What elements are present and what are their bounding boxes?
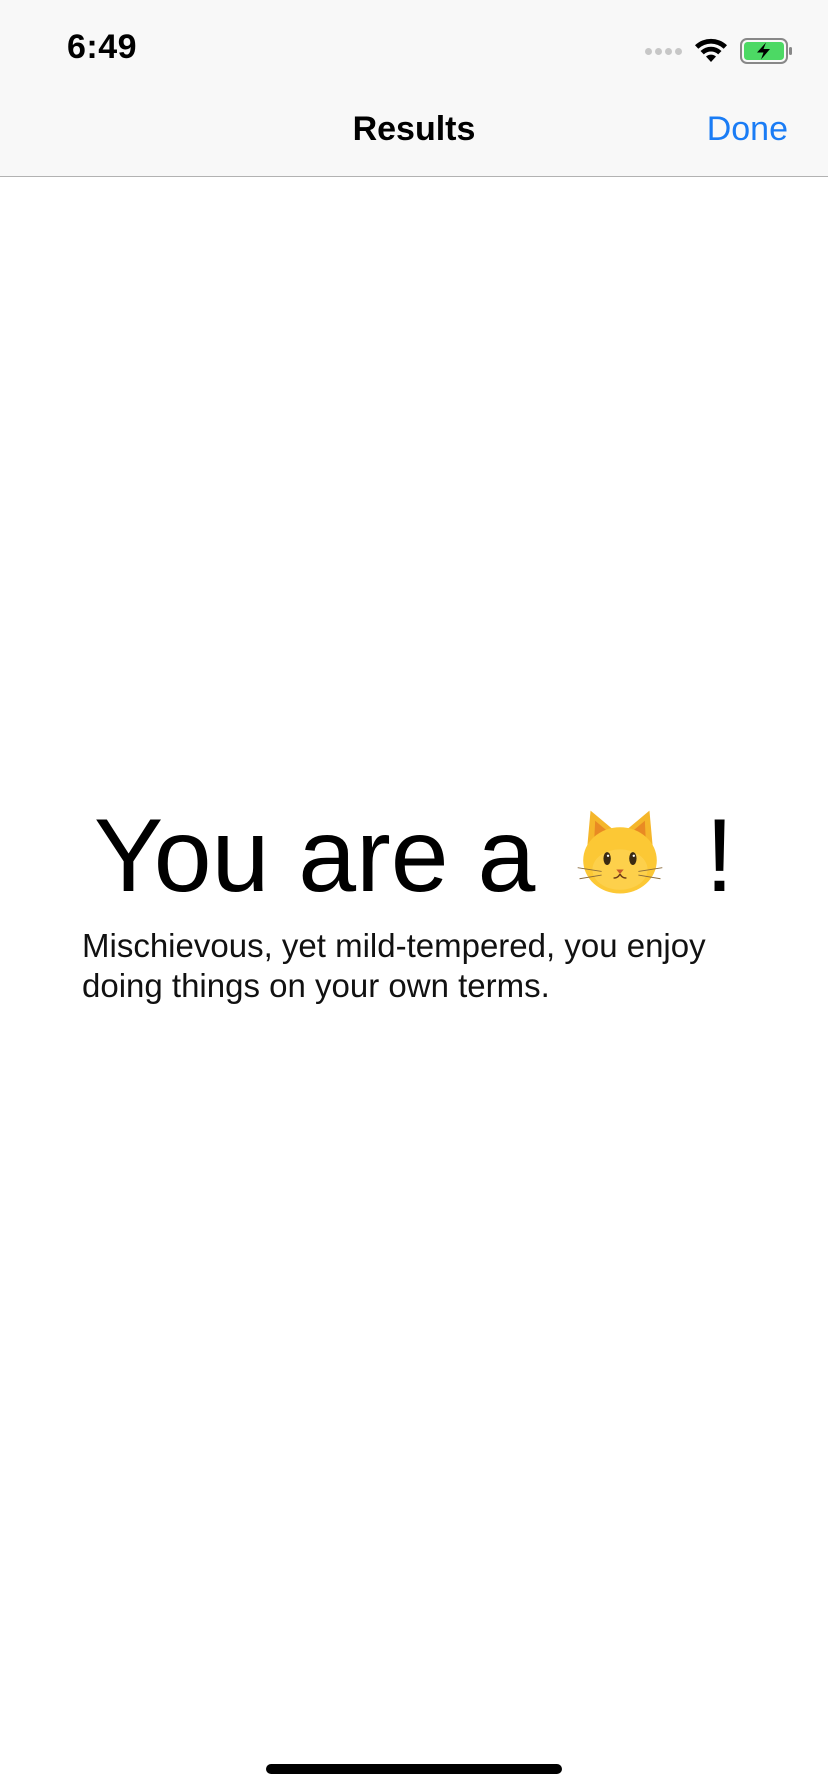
wifi-icon	[694, 38, 728, 64]
top-bar: 6:49 Results Done	[0, 0, 828, 177]
result-description: Mischievous, yet mild-tempered, you enjo…	[82, 927, 706, 1004]
headline-prefix: You are a	[93, 798, 536, 914]
battery-charging-icon	[740, 37, 794, 65]
home-indicator[interactable]	[266, 1764, 562, 1774]
status-icons	[645, 36, 794, 66]
done-button[interactable]: Done	[707, 110, 788, 149]
nav-title: Results	[352, 110, 476, 148]
results-screen: 6:49 Results Done You are a ! Mischievou…	[0, 0, 828, 1792]
result-content: You are a ! Mischievous, yet mild-temper…	[0, 800, 828, 1006]
cat-face-icon	[574, 807, 666, 920]
headline-suffix: !	[705, 798, 735, 914]
status-time: 6:49	[67, 28, 138, 66]
result-headline: You are a !	[0, 800, 828, 920]
signal-dots-icon	[645, 47, 682, 55]
